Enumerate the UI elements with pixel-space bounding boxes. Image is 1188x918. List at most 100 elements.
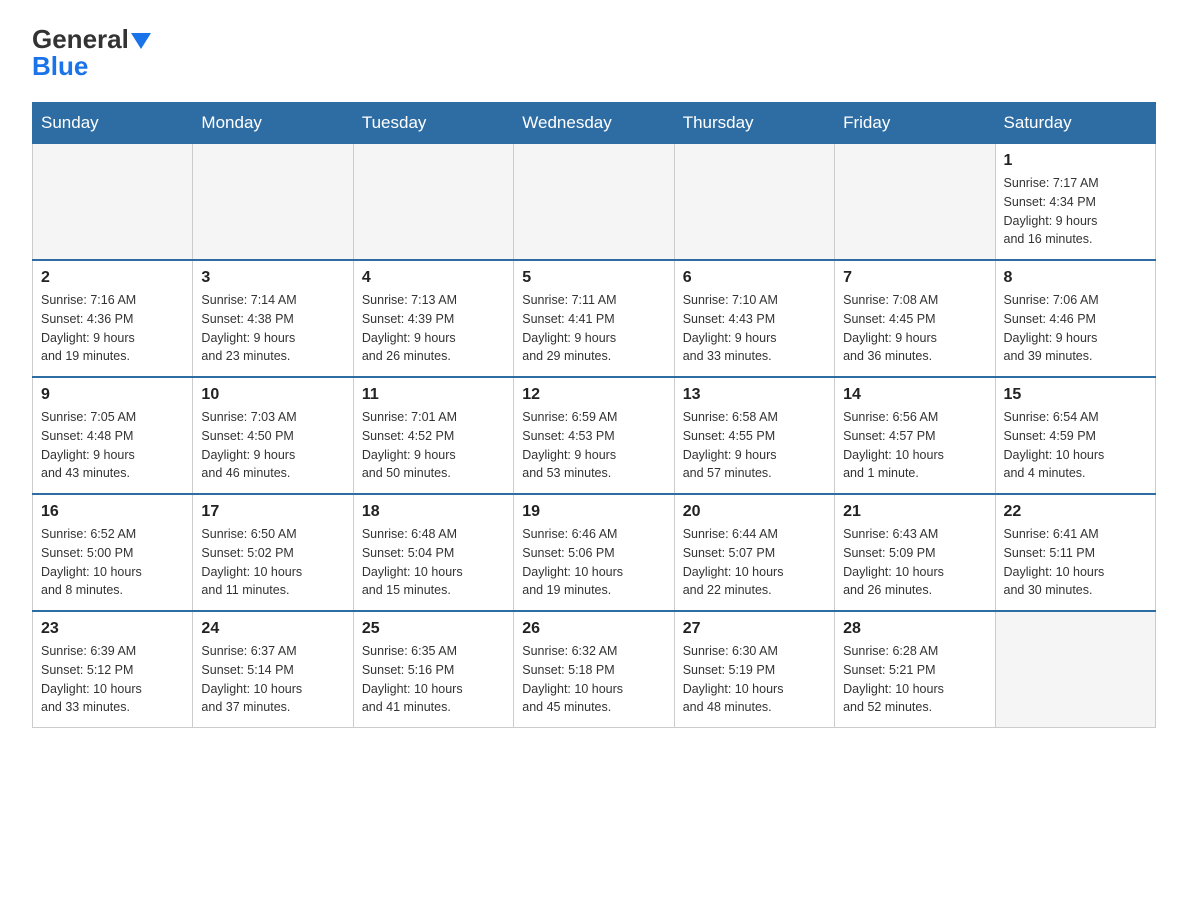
calendar-day-cell: 7 Sunrise: 7:08 AM Sunset: 4:45 PM Daylig… (835, 260, 995, 377)
day-of-week-header: Friday (835, 103, 995, 144)
day-number: 6 (683, 269, 826, 287)
calendar-day-cell: 5 Sunrise: 7:11 AM Sunset: 4:41 PM Daylig… (514, 260, 674, 377)
day-number: 27 (683, 620, 826, 638)
calendar-day-cell: 12 Sunrise: 6:59 AM Sunset: 4:53 PM Dayli… (514, 377, 674, 494)
day-info: Sunrise: 7:10 AM Sunset: 4:43 PM Dayligh… (683, 291, 826, 366)
day-info: Sunrise: 7:16 AM Sunset: 4:36 PM Dayligh… (41, 291, 184, 366)
day-number: 3 (201, 269, 344, 287)
calendar-day-cell: 26Sunrise: 6:32 AM Sunset: 5:18 PM Dayli… (514, 611, 674, 728)
day-info: Sunrise: 6:58 AM Sunset: 4:55 PM Dayligh… (683, 408, 826, 483)
calendar-week-row: 23Sunrise: 6:39 AM Sunset: 5:12 PM Dayli… (33, 611, 1156, 728)
day-info: Sunrise: 6:37 AM Sunset: 5:14 PM Dayligh… (201, 642, 344, 717)
day-number: 18 (362, 503, 505, 521)
day-info: Sunrise: 7:06 AM Sunset: 4:46 PM Dayligh… (1004, 291, 1147, 366)
day-info: Sunrise: 6:35 AM Sunset: 5:16 PM Dayligh… (362, 642, 505, 717)
day-number: 2 (41, 269, 184, 287)
calendar-day-cell: 19 Sunrise: 6:46 AM Sunset: 5:06 PM Dayli… (514, 494, 674, 611)
day-number: 23 (41, 620, 184, 638)
calendar-week-row: 1 Sunrise: 7:17 AM Sunset: 4:34 PM Daylig… (33, 144, 1156, 261)
calendar-day-cell: 22 Sunrise: 6:41 AM Sunset: 5:11 PM Dayli… (995, 494, 1155, 611)
day-info: Sunrise: 6:59 AM Sunset: 4:53 PM Dayligh… (522, 408, 665, 483)
day-of-week-header: Sunday (33, 103, 193, 144)
calendar-day-cell: 11 Sunrise: 7:01 AM Sunset: 4:52 PM Dayli… (353, 377, 513, 494)
day-of-week-header: Monday (193, 103, 353, 144)
day-number: 9 (41, 386, 184, 404)
day-of-week-header: Wednesday (514, 103, 674, 144)
day-info: Sunrise: 7:01 AM Sunset: 4:52 PM Dayligh… (362, 408, 505, 483)
calendar-day-cell: 6 Sunrise: 7:10 AM Sunset: 4:43 PM Daylig… (674, 260, 834, 377)
day-info: Sunrise: 7:11 AM Sunset: 4:41 PM Dayligh… (522, 291, 665, 366)
day-info: Sunrise: 6:46 AM Sunset: 5:06 PM Dayligh… (522, 525, 665, 600)
calendar-day-cell: 15 Sunrise: 6:54 AM Sunset: 4:59 PM Dayli… (995, 377, 1155, 494)
day-number: 21 (843, 503, 986, 521)
day-number: 16 (41, 503, 184, 521)
calendar-header-row: SundayMondayTuesdayWednesdayThursdayFrid… (33, 103, 1156, 144)
calendar-day-cell: 18 Sunrise: 6:48 AM Sunset: 5:04 PM Dayli… (353, 494, 513, 611)
day-number: 14 (843, 386, 986, 404)
calendar-day-cell: 1 Sunrise: 7:17 AM Sunset: 4:34 PM Daylig… (995, 144, 1155, 261)
day-info: Sunrise: 6:56 AM Sunset: 4:57 PM Dayligh… (843, 408, 986, 483)
calendar-table: SundayMondayTuesdayWednesdayThursdayFrid… (32, 102, 1156, 728)
calendar-day-cell: 16 Sunrise: 6:52 AM Sunset: 5:00 PM Dayli… (33, 494, 193, 611)
calendar-day-cell (193, 144, 353, 261)
day-number: 24 (201, 620, 344, 638)
day-number: 8 (1004, 269, 1147, 287)
day-info: Sunrise: 6:52 AM Sunset: 5:00 PM Dayligh… (41, 525, 184, 600)
day-number: 11 (362, 386, 505, 404)
logo-blue-text: Blue (32, 51, 88, 82)
calendar-day-cell: 21 Sunrise: 6:43 AM Sunset: 5:09 PM Dayli… (835, 494, 995, 611)
calendar-day-cell: 4Sunrise: 7:13 AM Sunset: 4:39 PM Daylig… (353, 260, 513, 377)
calendar-day-cell: 9Sunrise: 7:05 AM Sunset: 4:48 PM Daylig… (33, 377, 193, 494)
day-of-week-header: Thursday (674, 103, 834, 144)
day-number: 13 (683, 386, 826, 404)
day-info: Sunrise: 6:30 AM Sunset: 5:19 PM Dayligh… (683, 642, 826, 717)
calendar-day-cell: 27 Sunrise: 6:30 AM Sunset: 5:19 PM Dayli… (674, 611, 834, 728)
day-number: 17 (201, 503, 344, 521)
calendar-week-row: 9Sunrise: 7:05 AM Sunset: 4:48 PM Daylig… (33, 377, 1156, 494)
calendar-day-cell: 28 Sunrise: 6:28 AM Sunset: 5:21 PM Dayli… (835, 611, 995, 728)
day-info: Sunrise: 6:54 AM Sunset: 4:59 PM Dayligh… (1004, 408, 1147, 483)
day-info: Sunrise: 7:17 AM Sunset: 4:34 PM Dayligh… (1004, 174, 1147, 249)
day-info: Sunrise: 6:32 AM Sunset: 5:18 PM Dayligh… (522, 642, 665, 717)
calendar-week-row: 16 Sunrise: 6:52 AM Sunset: 5:00 PM Dayli… (33, 494, 1156, 611)
logo-triangle-icon (131, 33, 151, 49)
page-header: General Blue (32, 24, 1156, 82)
day-of-week-header: Saturday (995, 103, 1155, 144)
day-number: 15 (1004, 386, 1147, 404)
day-number: 7 (843, 269, 986, 287)
calendar-day-cell (353, 144, 513, 261)
day-number: 28 (843, 620, 986, 638)
day-number: 5 (522, 269, 665, 287)
logo: General Blue (32, 24, 151, 82)
calendar-day-cell: 23Sunrise: 6:39 AM Sunset: 5:12 PM Dayli… (33, 611, 193, 728)
calendar-day-cell: 17Sunrise: 6:50 AM Sunset: 5:02 PM Dayli… (193, 494, 353, 611)
calendar-day-cell (33, 144, 193, 261)
day-info: Sunrise: 6:43 AM Sunset: 5:09 PM Dayligh… (843, 525, 986, 600)
calendar-day-cell: 10 Sunrise: 7:03 AM Sunset: 4:50 PM Dayli… (193, 377, 353, 494)
day-info: Sunrise: 6:28 AM Sunset: 5:21 PM Dayligh… (843, 642, 986, 717)
calendar-day-cell: 24 Sunrise: 6:37 AM Sunset: 5:14 PM Dayli… (193, 611, 353, 728)
calendar-week-row: 2 Sunrise: 7:16 AM Sunset: 4:36 PM Daylig… (33, 260, 1156, 377)
day-info: Sunrise: 6:48 AM Sunset: 5:04 PM Dayligh… (362, 525, 505, 600)
day-number: 12 (522, 386, 665, 404)
day-info: Sunrise: 7:08 AM Sunset: 4:45 PM Dayligh… (843, 291, 986, 366)
day-info: Sunrise: 7:14 AM Sunset: 4:38 PM Dayligh… (201, 291, 344, 366)
day-info: Sunrise: 7:13 AM Sunset: 4:39 PM Dayligh… (362, 291, 505, 366)
calendar-day-cell: 8 Sunrise: 7:06 AM Sunset: 4:46 PM Daylig… (995, 260, 1155, 377)
day-number: 20 (683, 503, 826, 521)
day-info: Sunrise: 7:03 AM Sunset: 4:50 PM Dayligh… (201, 408, 344, 483)
calendar-day-cell: 13 Sunrise: 6:58 AM Sunset: 4:55 PM Dayli… (674, 377, 834, 494)
day-info: Sunrise: 6:44 AM Sunset: 5:07 PM Dayligh… (683, 525, 826, 600)
calendar-day-cell (995, 611, 1155, 728)
day-of-week-header: Tuesday (353, 103, 513, 144)
calendar-day-cell (674, 144, 834, 261)
day-number: 22 (1004, 503, 1147, 521)
day-number: 1 (1004, 152, 1147, 170)
day-number: 10 (201, 386, 344, 404)
day-number: 19 (522, 503, 665, 521)
calendar-day-cell: 2 Sunrise: 7:16 AM Sunset: 4:36 PM Daylig… (33, 260, 193, 377)
calendar-day-cell: 20 Sunrise: 6:44 AM Sunset: 5:07 PM Dayli… (674, 494, 834, 611)
day-info: Sunrise: 6:41 AM Sunset: 5:11 PM Dayligh… (1004, 525, 1147, 600)
calendar-day-cell: 25Sunrise: 6:35 AM Sunset: 5:16 PM Dayli… (353, 611, 513, 728)
calendar-day-cell: 14 Sunrise: 6:56 AM Sunset: 4:57 PM Dayli… (835, 377, 995, 494)
